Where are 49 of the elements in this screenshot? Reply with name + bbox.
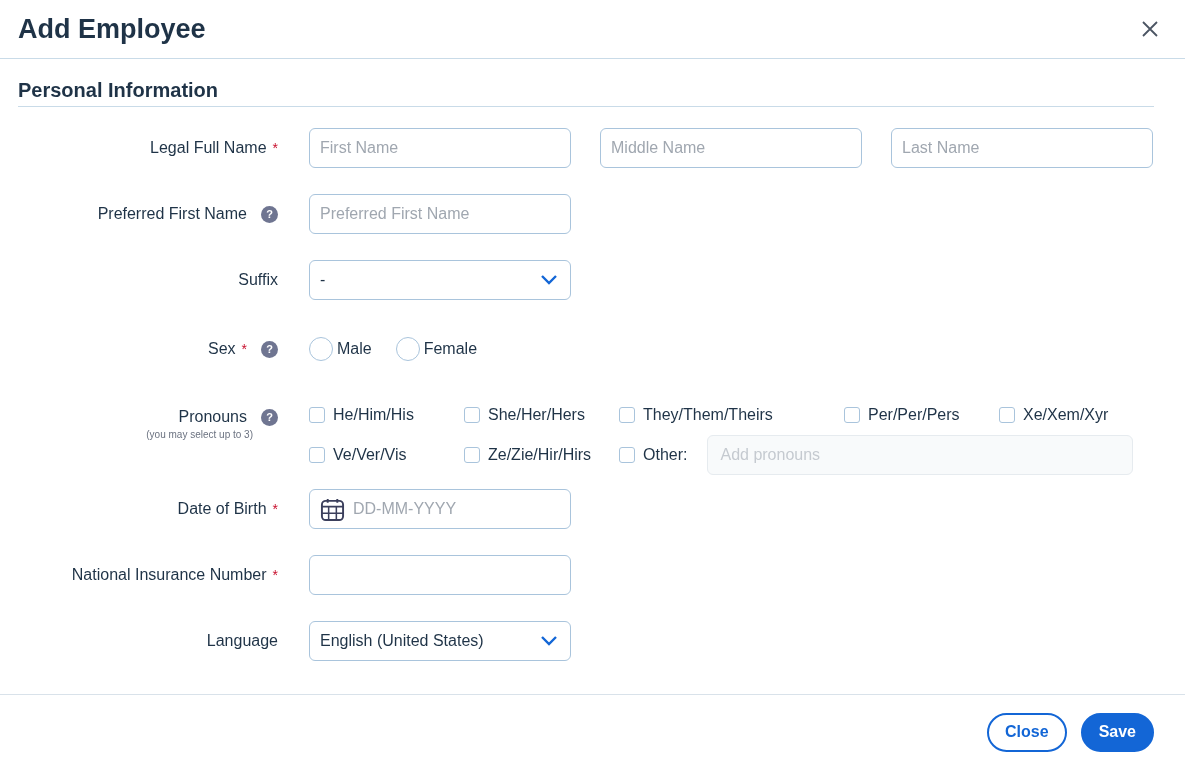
- chevron-down-icon: [540, 274, 558, 286]
- dialog-title: Add Employee: [18, 12, 206, 46]
- checkbox[interactable]: [309, 447, 325, 463]
- text-field[interactable]: Last Name: [891, 128, 1153, 168]
- field-label: Language: [206, 631, 278, 651]
- text-field[interactable]: First Name: [309, 128, 571, 168]
- radio-label[interactable]: Male: [337, 337, 372, 361]
- chevron-down-icon: [540, 635, 558, 647]
- text-field[interactable]: [309, 555, 571, 595]
- checkbox-label[interactable]: Other:: [643, 443, 688, 467]
- field-label: Pronouns: [178, 407, 247, 427]
- required-mark: *: [272, 138, 278, 158]
- close-button[interactable]: Close: [987, 712, 1067, 752]
- checkbox-label[interactable]: He/Him/His: [333, 403, 414, 427]
- section-title: Personal Information: [18, 75, 1154, 107]
- checkbox-label[interactable]: Per/Per/Pers: [868, 403, 960, 427]
- field-label: Sex: [207, 339, 236, 359]
- text-field[interactable]: Middle Name: [600, 128, 862, 168]
- field-label: Suffix: [238, 270, 278, 290]
- checkbox[interactable]: [464, 407, 480, 423]
- checkbox[interactable]: [619, 447, 635, 463]
- checkbox[interactable]: [464, 447, 480, 463]
- help-icon[interactable]: ?: [261, 340, 278, 358]
- calendar-icon: [320, 496, 345, 522]
- checkbox[interactable]: [309, 407, 325, 423]
- field-label: National Insurance Number: [71, 565, 267, 585]
- text-field[interactable]: Preferred First Name: [309, 194, 571, 234]
- close-icon[interactable]: [1141, 20, 1159, 38]
- help-icon[interactable]: ?: [261, 408, 278, 426]
- checkbox-label[interactable]: They/Them/Theirs: [643, 403, 773, 427]
- checkbox[interactable]: [844, 407, 860, 423]
- save-button[interactable]: Save: [1080, 712, 1154, 752]
- select-field[interactable]: -: [309, 260, 571, 300]
- radio-label[interactable]: Female: [423, 337, 478, 361]
- checkbox-label[interactable]: She/Her/Hers: [488, 403, 585, 427]
- field-label: Preferred First Name: [97, 204, 247, 224]
- required-mark: *: [272, 499, 278, 519]
- checkbox[interactable]: [999, 407, 1015, 423]
- checkbox[interactable]: [619, 407, 635, 423]
- field-label: Legal Full Name: [150, 138, 267, 158]
- checkbox-label[interactable]: Ve/Ver/Vis: [333, 443, 407, 467]
- checkbox-label[interactable]: Ze/Zie/Hir/Hirs: [488, 443, 592, 467]
- hint-text: (you may select up to 3): [146, 428, 253, 442]
- checkbox-label[interactable]: Xe/Xem/Xyr: [1023, 403, 1109, 427]
- field-label: Date of Birth: [177, 499, 267, 519]
- required-mark: *: [241, 339, 247, 359]
- help-icon[interactable]: ?: [261, 205, 278, 223]
- select-field[interactable]: English (United States): [309, 621, 571, 661]
- required-mark: *: [272, 565, 278, 585]
